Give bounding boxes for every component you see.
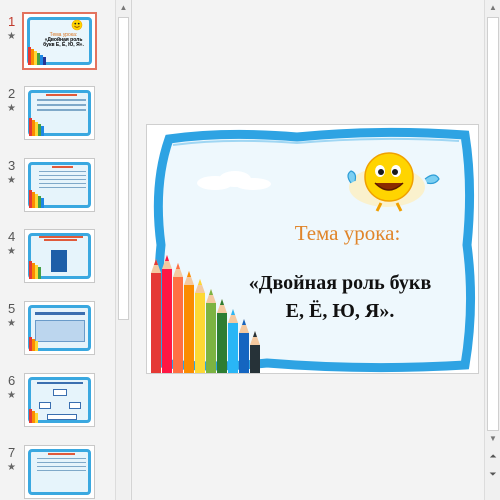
smiley-sun-icon <box>347 152 440 212</box>
slide-thumbnail-2[interactable]: 2 ★ <box>0 86 116 148</box>
slide-thumbnail-1[interactable]: 1 ★ Тема урока: «Двойная роль букв Е, Ё,… <box>0 12 116 76</box>
star-icon: ★ <box>7 318 16 329</box>
slide-thumbnail-panel: 1 ★ Тема урока: «Двойная роль букв Е, Ё,… <box>0 0 132 500</box>
slide-title[interactable]: Тема урока: <box>217 221 478 246</box>
thumbnail-image[interactable]: Тема урока: «Двойная роль букв Е, Ё, Ю, … <box>22 12 97 70</box>
slide-number: 4 <box>8 229 16 244</box>
thumbnail-scroll-thumb[interactable] <box>118 17 129 320</box>
subtitle-line-2: Е, Ё, Ю, Я». <box>285 300 395 322</box>
slide-number: 3 <box>8 158 16 173</box>
thumbnail-scrollbar[interactable]: ▲ <box>115 0 130 500</box>
star-icon: ★ <box>7 175 16 186</box>
slide-editing-area: Тема урока: «Двойная роль букв Е, Ё, Ю, … <box>132 0 484 500</box>
double-chevron-up-icon[interactable]: ⏶ <box>485 448 500 464</box>
slide-scrollbar[interactable]: ▲ ▼ ⏶ ⏷ <box>484 0 500 500</box>
current-slide[interactable]: Тема урока: «Двойная роль букв Е, Ё, Ю, … <box>146 124 479 374</box>
pencils-icon <box>29 409 38 423</box>
pencils-icon <box>29 118 44 136</box>
slide-subtitle[interactable]: «Двойная роль букв Е, Ё, Ю, Я». <box>202 269 478 325</box>
thumbnail-image[interactable] <box>24 229 95 283</box>
thumbnail-image[interactable] <box>24 301 95 355</box>
star-icon: ★ <box>7 390 16 401</box>
thumbnail-subtitle: «Двойная роль букв Е, Ё, Ю, Я». <box>43 37 84 48</box>
triangle-down-icon[interactable]: ▼ <box>485 432 500 446</box>
star-icon: ★ <box>7 31 16 42</box>
slide-number: 5 <box>8 301 16 316</box>
double-chevron-down-icon[interactable]: ⏷ <box>485 466 500 482</box>
slide-thumbnail-6[interactable]: 6 ★ <box>0 373 116 435</box>
slide-scroll-thumb[interactable] <box>487 17 499 431</box>
slide-number: 7 <box>8 445 16 460</box>
subtitle-line-1: «Двойная роль букв <box>248 272 432 294</box>
slide-thumbnail-7[interactable]: 7 ★ <box>0 445 116 500</box>
thumbnail-image[interactable] <box>24 445 95 499</box>
slide-thumbnail-3[interactable]: 3 ★ <box>0 158 116 220</box>
slide-number: 2 <box>8 86 16 101</box>
slide-thumbnail-4[interactable]: 4 ★ <box>0 229 116 291</box>
triangle-up-icon[interactable]: ▲ <box>116 0 131 16</box>
star-icon: ★ <box>7 103 16 114</box>
smiley-sun-icon <box>71 19 83 31</box>
slide-thumbnail-5[interactable]: 5 ★ <box>0 301 116 363</box>
slide-number: 6 <box>8 373 16 388</box>
star-icon: ★ <box>7 462 16 473</box>
pencils-icon <box>29 337 38 351</box>
slide-number: 1 <box>8 14 16 29</box>
star-icon: ★ <box>7 246 16 257</box>
thumbnail-image[interactable] <box>24 158 95 212</box>
blue-block <box>51 250 67 272</box>
thumbnail-image[interactable] <box>24 86 95 140</box>
pencils-icon <box>29 261 41 279</box>
cloud-icon <box>197 171 271 190</box>
thumbnail-image[interactable] <box>24 373 95 427</box>
triangle-up-icon[interactable]: ▲ <box>485 0 500 16</box>
